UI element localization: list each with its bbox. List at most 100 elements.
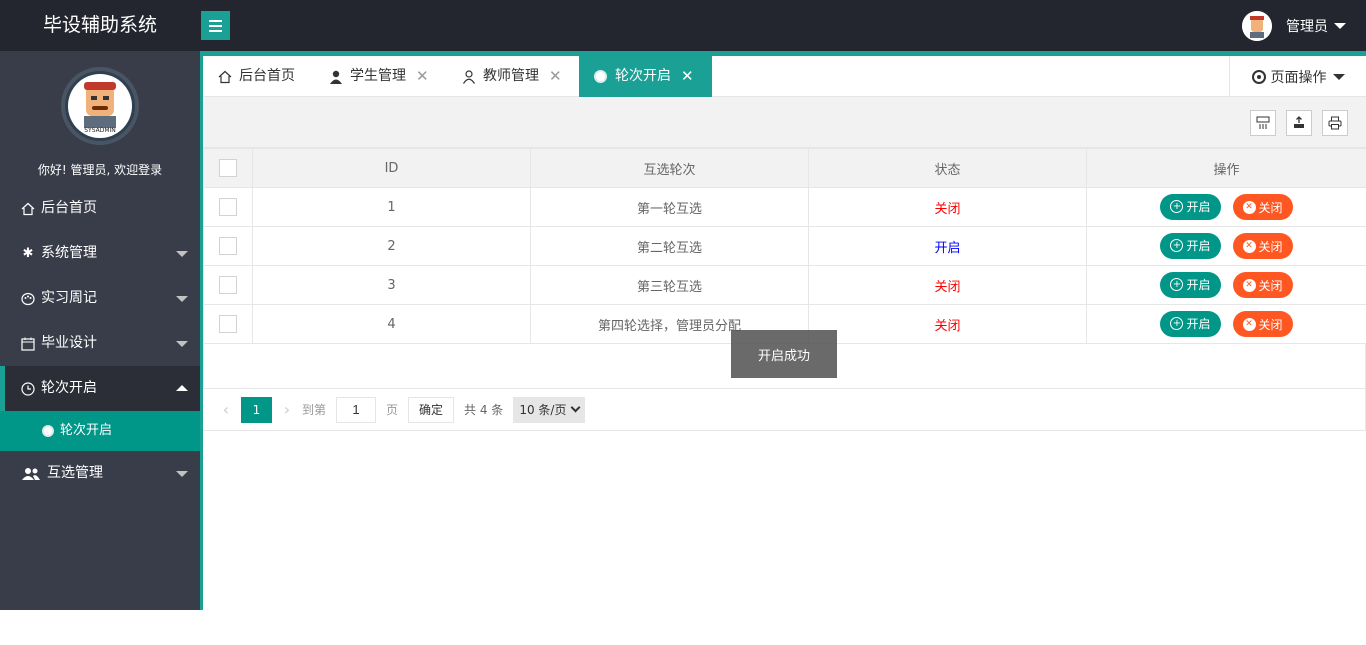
cell-status: 关闭 [808,304,1087,344]
close-label: 关闭 [1258,317,1283,332]
chevron-down-icon [176,341,188,347]
cell-id: 2 [252,226,531,266]
row-checkbox[interactable] [219,198,237,216]
total-count: 共 4 条 [464,403,504,417]
tab-rounds[interactable]: 轮次开启 ✕ [579,56,712,97]
close-circle-icon: ✕ [1242,278,1256,292]
page-operations-label: 页面操作 [1270,69,1327,86]
user-icon [328,70,343,84]
column-header-id[interactable]: ID [252,148,531,188]
chevron-down-icon [176,296,188,302]
cell-actions: + 开启 ✕ 关闭 [1086,187,1366,227]
sidebar-item-design[interactable]: 毕业设计 [0,321,200,366]
open-button[interactable]: + 开启 [1160,232,1221,259]
column-header-round[interactable]: 互选轮次 [530,148,809,188]
sidebar-item-system[interactable]: ✱ 系统管理 [0,231,200,276]
cell-status: 开启 [808,226,1087,266]
tab-label: 后台首页 [239,68,295,84]
close-label: 关闭 [1258,278,1283,293]
page-size-select[interactable]: 10 条/页 [513,396,586,423]
top-header: 毕设辅助系统 管理员 [0,0,1366,51]
close-label: 关闭 [1258,239,1283,254]
sidebar-subitem-label: 轮次开启 [60,423,113,438]
close-icon[interactable]: ✕ [416,56,429,97]
plus-circle-icon: + [1170,317,1184,331]
sidebar-item-label: 后台首页 [41,200,97,216]
home-icon [217,70,232,84]
current-page[interactable]: 1 [241,396,272,423]
cell-id: 1 [252,187,531,227]
cell-round: 第一轮互选 [530,187,809,227]
close-button[interactable]: ✕ 关闭 [1232,272,1293,299]
cell-actions: + 开启 ✕ 关闭 [1086,304,1366,344]
table-row: 2 第二轮互选 开启 + 开启 ✕ 关闭 [203,226,1366,266]
sidebar-item-weekly[interactable]: 实习周记 [0,276,200,321]
tab-students[interactable]: 学生管理 ✕ [314,56,443,97]
tab-label: 学生管理 [350,68,406,84]
open-label: 开启 [1186,239,1211,254]
plus-circle-icon: + [1170,278,1184,292]
table-row: 3 第三轮互选 关闭 + 开启 ✕ 关闭 [203,265,1366,305]
calendar-icon [20,336,36,352]
sidebar-item-rounds[interactable]: 轮次开启 [0,366,200,411]
avatar: SYSADMIN [61,67,139,145]
menu-toggle-button[interactable] [201,11,230,40]
sidebar-item-label: 毕业设计 [41,335,97,351]
print-button[interactable] [1322,110,1348,136]
close-circle-icon: ✕ [1242,317,1256,331]
sidebar-item-label: 轮次开启 [41,380,97,396]
sidebar-item-home[interactable]: 后台首页 [0,186,200,231]
column-header-actions: 操作 [1086,148,1366,188]
cell-round: 第二轮互选 [530,226,809,266]
sidebar-item-mutual[interactable]: 互选管理 [0,451,200,496]
prev-page-icon[interactable]: ‹ [215,400,237,419]
close-button[interactable]: ✕ 关闭 [1232,311,1293,338]
user-name: 管理员 [1286,19,1328,35]
tab-label: 教师管理 [483,68,539,84]
cell-actions: + 开启 ✕ 关闭 [1086,226,1366,266]
column-header-status[interactable]: 状态 [808,148,1087,188]
home-icon [20,201,36,217]
goto-confirm-button[interactable]: 确定 [408,396,455,423]
user-menu[interactable]: 管理员 [1242,11,1346,41]
tab-teachers[interactable]: 教师管理 ✕ [447,56,576,97]
cell-status: 关闭 [808,187,1087,227]
plus-circle-icon: + [1170,200,1184,214]
columns-filter-button[interactable] [1250,110,1276,136]
page-operations-menu[interactable]: 页面操作 [1229,56,1366,97]
open-button[interactable]: + 开启 [1160,310,1221,337]
table-row: 1 第一轮互选 关闭 + 开启 ✕ 关闭 [203,187,1366,227]
row-checkbox[interactable] [219,315,237,333]
gear-icon: ✱ [22,246,34,261]
sidebar-profile: SYSADMIN 你好! 管理员, 欢迎登录 [0,51,200,186]
open-label: 开启 [1186,200,1211,215]
chevron-down-icon [1334,23,1346,29]
tab-label: 轮次开启 [615,68,671,84]
sidebar-item-label: 互选管理 [47,465,103,481]
tab-home[interactable]: 后台首页 [203,56,309,97]
row-checkbox[interactable] [219,276,237,294]
export-button[interactable] [1286,110,1312,136]
circle-icon [593,70,608,83]
table-toolbar [203,97,1366,148]
app-title: 毕设辅助系统 [42,14,157,36]
close-button[interactable]: ✕ 关闭 [1232,233,1293,260]
plus-circle-icon: + [1170,239,1184,253]
open-button[interactable]: + 开启 [1160,271,1221,298]
open-label: 开启 [1186,317,1211,332]
open-button[interactable]: + 开启 [1160,193,1221,220]
close-icon[interactable]: ✕ [549,56,562,97]
row-checkbox[interactable] [219,237,237,255]
next-page-icon[interactable]: › [276,400,298,419]
close-icon[interactable]: ✕ [681,56,694,97]
toast-message: 开启成功 [731,330,837,378]
select-all-checkbox[interactable] [219,159,237,177]
sidebar-subitem-rounds[interactable]: 轮次开启 [0,411,200,451]
close-button[interactable]: ✕ 关闭 [1232,194,1293,221]
chevron-down-icon [176,251,188,257]
close-circle-icon: ✕ [1242,200,1256,214]
goto-page-input[interactable] [336,396,377,423]
clock-icon [20,381,36,397]
sidebar-item-label: 系统管理 [41,245,97,261]
export-icon [1294,116,1304,128]
